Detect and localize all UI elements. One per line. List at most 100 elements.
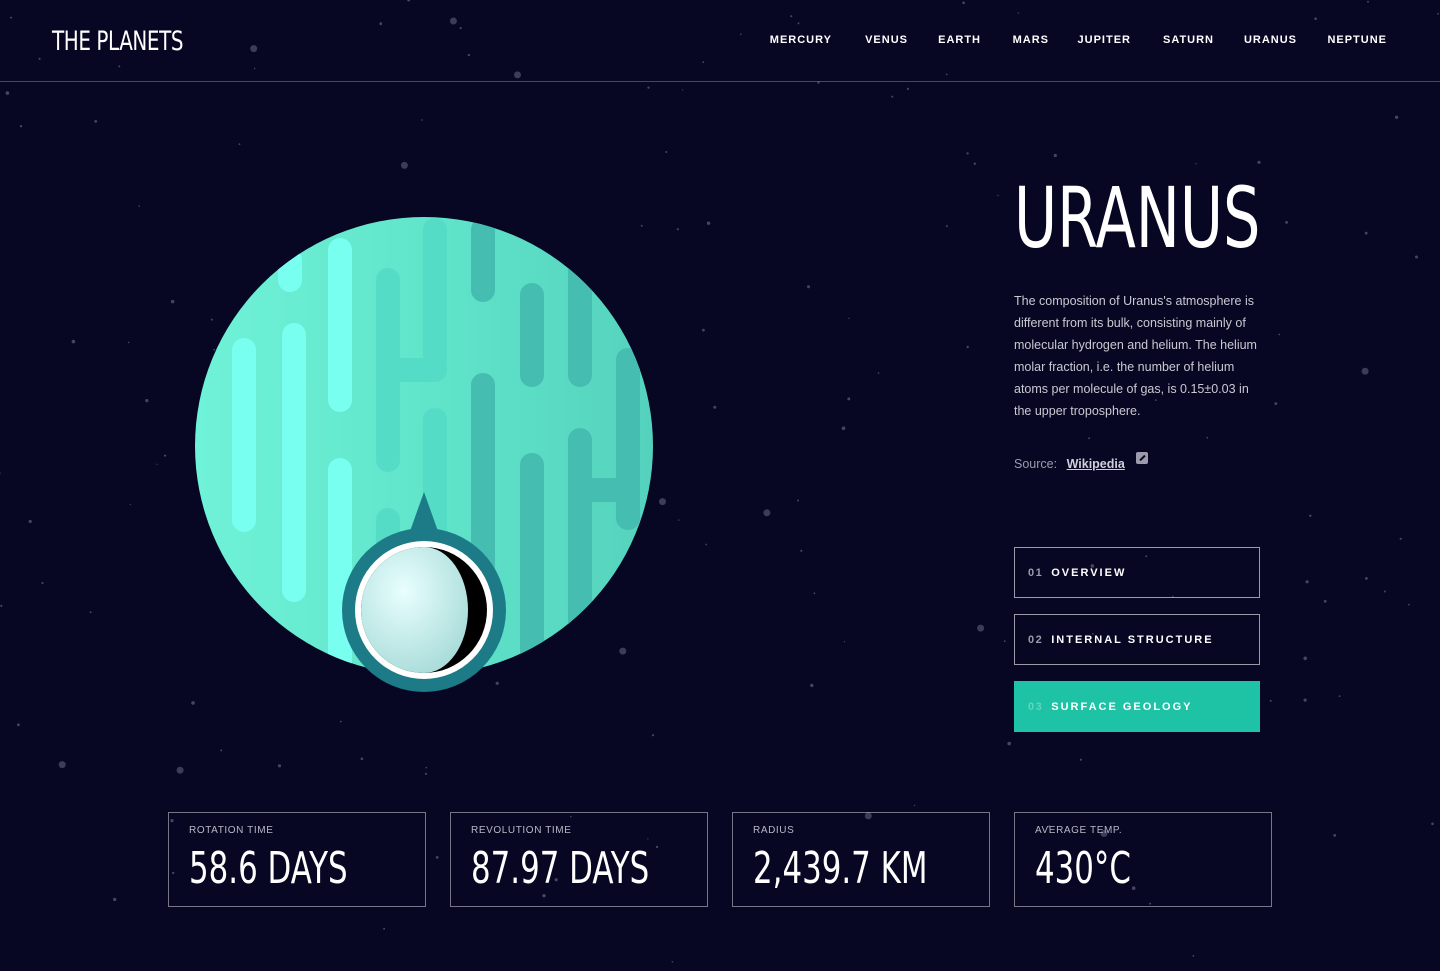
star (1278, 333, 1281, 336)
nav-item-mercury[interactable]: MERCURY (770, 34, 832, 46)
stat-value: 2,439.7 KM (753, 843, 928, 894)
star (1365, 577, 1368, 580)
uranus-planet-image (195, 217, 653, 692)
star (847, 397, 851, 401)
tab-number: 02 (1028, 633, 1044, 646)
stat-label: RADIUS (753, 825, 795, 836)
star (1364, 231, 1368, 235)
star (129, 504, 131, 506)
star (1285, 221, 1288, 224)
star (945, 225, 948, 228)
nav-item-uranus[interactable]: URANUS (1244, 34, 1297, 46)
site-logo[interactable]: THE PLANETS (52, 26, 183, 57)
star (435, 856, 439, 859)
star (977, 624, 985, 632)
star (651, 734, 655, 737)
tab-number: 03 (1028, 700, 1044, 713)
star (138, 205, 140, 207)
star (1323, 599, 1327, 603)
star (1399, 537, 1402, 540)
star (41, 581, 44, 585)
star (1361, 367, 1369, 375)
star (71, 339, 76, 344)
stat-value: 430°C (1035, 843, 1131, 894)
star (94, 120, 98, 123)
star (1338, 695, 1341, 698)
tab-overview[interactable]: 01 OVERVIEW (1014, 547, 1260, 598)
star (113, 897, 117, 902)
external-link-icon[interactable] (1136, 452, 1149, 464)
star (1408, 603, 1410, 606)
nav-item-venus[interactable]: VENUS (865, 34, 908, 46)
star (1195, 163, 1197, 165)
star (906, 87, 910, 90)
star (238, 143, 241, 146)
star (973, 162, 976, 165)
stat-label: ROTATION TIME (189, 825, 274, 836)
star (813, 592, 816, 595)
star (671, 961, 674, 963)
star (682, 89, 684, 91)
stat-label: AVERAGE TEMP. (1035, 825, 1123, 836)
nav-item-jupiter[interactable]: JUPITER (1078, 34, 1131, 46)
star (843, 641, 846, 643)
star (706, 221, 711, 225)
star (705, 543, 708, 546)
stat-revolution-time: REVOLUTION TIME 87.97 DAYS (450, 812, 708, 907)
stat-radius: RADIUS 2,439.7 KM (732, 812, 990, 907)
star (1192, 955, 1195, 957)
star (421, 119, 423, 121)
star (1269, 699, 1272, 702)
star (1007, 741, 1011, 746)
star (877, 372, 880, 374)
star (1257, 160, 1261, 164)
star (5, 91, 10, 95)
star (841, 426, 846, 431)
star (1309, 514, 1312, 517)
stat-rotation-time: ROTATION TIME 58.6 DAYS (168, 812, 426, 907)
star (810, 683, 814, 688)
star (145, 399, 149, 403)
star (170, 299, 175, 304)
planet-illustration (180, 200, 680, 710)
star (1088, 437, 1091, 440)
star (58, 761, 66, 769)
star (164, 454, 167, 457)
tab-label: SURFACE GEOLOGY (1051, 700, 1193, 713)
star (176, 766, 184, 774)
star (1394, 115, 1399, 120)
star (1333, 834, 1337, 837)
star (891, 95, 894, 98)
star (913, 804, 916, 807)
planet-description: The composition of Uranus's atmosphere i… (1014, 294, 1257, 418)
star (1431, 822, 1434, 826)
star (17, 723, 20, 727)
star (1274, 402, 1278, 405)
tab-internal-structure[interactable]: 02 INTERNAL STRUCTURE (1014, 614, 1260, 665)
star (1303, 698, 1307, 702)
tab-surface-geology[interactable]: 03 SURFACE GEOLOGY (1014, 681, 1260, 732)
nav-item-earth[interactable]: EARTH (938, 34, 981, 46)
wikipedia-link[interactable]: Wikipedia (1067, 457, 1125, 471)
nav-item-mars[interactable]: MARS (1013, 34, 1049, 46)
star (848, 317, 850, 319)
tab-number: 01 (1028, 566, 1044, 579)
nav-item-saturn[interactable]: SATURN (1163, 34, 1214, 46)
stat-value: 87.97 DAYS (471, 843, 650, 894)
star (339, 720, 342, 723)
source-line: Source: Wikipedia (1014, 452, 1149, 471)
star (713, 405, 717, 409)
star (1053, 153, 1057, 158)
star (665, 151, 668, 153)
nav-item-neptune[interactable]: NEPTUNE (1327, 34, 1387, 46)
star (807, 285, 810, 289)
star (763, 509, 771, 517)
tab-label: INTERNAL STRUCTURE (1051, 633, 1214, 646)
star (1003, 640, 1006, 643)
star (400, 161, 408, 169)
star (1079, 758, 1082, 761)
star (127, 341, 130, 344)
star (383, 927, 386, 930)
star (647, 86, 650, 89)
star (997, 194, 999, 197)
